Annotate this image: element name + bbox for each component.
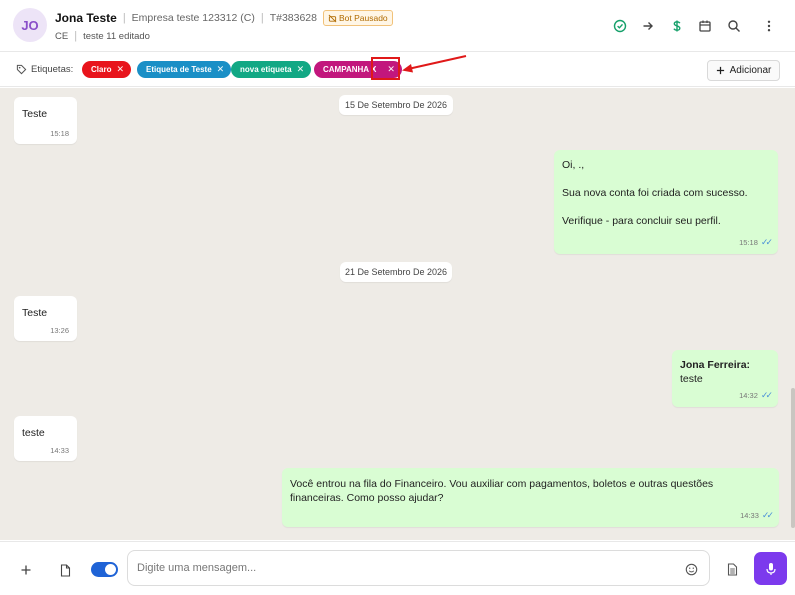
record-audio-button[interactable] [754, 552, 787, 585]
more-vertical-icon [767, 20, 771, 32]
check-circle-icon [613, 19, 627, 33]
date-separator: 21 De Setembro De 2026 [340, 262, 452, 282]
add-tag-label: Adicionar [729, 65, 772, 76]
bot-off-icon [328, 14, 337, 22]
microphone-icon [765, 562, 776, 575]
remove-tag-icon[interactable]: ✕ [217, 64, 225, 75]
toggle-knob [105, 564, 116, 575]
bot-status-label: Bot Pausado [338, 13, 388, 23]
message-meta: 14:32 ✓✓ [739, 390, 773, 401]
emoji-button[interactable] [683, 561, 699, 577]
contact-status-text: teste 11 editado [83, 30, 150, 42]
scrollbar[interactable] [791, 388, 795, 528]
dollar-icon [673, 20, 681, 32]
message-line: Você entrou na fila do Financeiro. Vou a… [290, 478, 714, 490]
message-text: Jona Ferreira: teste [680, 358, 750, 386]
resolve-button[interactable] [610, 16, 630, 36]
message-time: 14:33 [50, 446, 69, 455]
remove-tag-icon[interactable]: ✕ [297, 64, 305, 75]
more-options-button[interactable] [759, 16, 779, 36]
divider: | [122, 12, 126, 24]
tag-label: nova etiqueta [240, 65, 292, 74]
message-composer [0, 541, 795, 595]
message-text: teste [22, 427, 45, 439]
message-line: Sua nova conta foi criada com sucesso. [562, 187, 748, 199]
message-line-blank [562, 172, 748, 186]
document-lines-icon [727, 562, 737, 576]
message-meta: 14:33 ✓✓ [740, 510, 774, 521]
file-icon [60, 563, 70, 577]
plus-icon [716, 66, 724, 75]
message-input[interactable] [127, 550, 710, 586]
search-icon [728, 20, 740, 32]
add-tag-button[interactable]: Adicionar [707, 60, 780, 81]
message-text: Teste [22, 108, 48, 120]
message-time: 15:18 [739, 238, 758, 247]
arrow-right-icon [643, 22, 653, 30]
plus-icon [21, 565, 31, 575]
schedule-button[interactable] [695, 16, 715, 36]
annotation-arrow-icon [402, 55, 467, 73]
message-incoming[interactable]: Teste 13:26 [14, 296, 77, 341]
calendar-icon [699, 20, 711, 32]
message-outgoing[interactable]: Você entrou na fila do Financeiro. Vou a… [282, 468, 779, 527]
tags-label: Etiquetas: [31, 64, 74, 75]
attach-menu-button[interactable] [16, 560, 36, 580]
chat-header: JO Jona Teste | Empresa teste 123312 (C)… [0, 0, 795, 52]
message-time: 14:32 [739, 391, 758, 400]
date-separator: 15 De Setembro De 2026 [339, 95, 453, 115]
company-name: Empresa teste 123312 (C) [131, 12, 255, 24]
read-check-icon: ✓✓ [760, 237, 773, 247]
payment-button[interactable] [667, 16, 687, 36]
tag-label: Etiqueta de Teste [146, 65, 212, 74]
bot-status-badge: Bot Pausado [322, 10, 393, 26]
message-incoming[interactable]: teste 14:33 [14, 416, 77, 461]
tag-label: Claro [91, 65, 112, 74]
message-incoming[interactable]: Teste 15:18 [14, 97, 77, 144]
message-time: 15:18 [50, 129, 69, 138]
tag-icon [16, 64, 27, 75]
message-time: 14:33 [740, 511, 759, 520]
tags-label-group: Etiquetas: [16, 64, 73, 75]
message-outgoing[interactable]: Oi, ., Sua nova conta foi criada com suc… [554, 150, 778, 254]
message-text: Oi, ., Sua nova conta foi criada com suc… [562, 158, 748, 228]
contact-subinfo-line: CE | teste 11 editado [55, 30, 150, 42]
ticket-number: T#383628 [269, 12, 317, 24]
signature-toggle[interactable] [91, 562, 118, 577]
quick-replies-button[interactable] [723, 560, 741, 578]
message-text: Você entrou na fila do Financeiro. Vou a… [290, 477, 713, 505]
transfer-button[interactable] [638, 16, 658, 36]
message-body: teste [680, 373, 703, 385]
tag-label: CAMPANHA X [323, 65, 377, 74]
message-list[interactable]: 15 De Setembro De 2026 Teste 15:18 Oi, .… [0, 88, 795, 540]
message-line: Oi, ., [562, 159, 585, 171]
emoji-icon [685, 563, 697, 575]
remove-tag-icon[interactable]: ✕ [116, 64, 124, 75]
message-author: Jona Ferreira: [680, 359, 751, 371]
message-line: financeiras. Como posso ajudar? [290, 492, 444, 504]
file-button[interactable] [55, 560, 75, 580]
search-button[interactable] [724, 16, 744, 36]
message-time: 13:26 [50, 326, 69, 335]
message-text: Teste [22, 307, 48, 319]
message-outgoing[interactable]: Jona Ferreira: teste 14:32 ✓✓ [672, 350, 778, 407]
tag-nova-etiqueta: nova etiqueta ✕ [231, 61, 312, 78]
message-line-blank [562, 200, 748, 214]
divider: | [74, 30, 78, 42]
message-meta: 15:18 ✓✓ [739, 237, 773, 248]
contact-name[interactable]: Jona Teste [55, 11, 117, 25]
read-check-icon: ✓✓ [761, 510, 774, 520]
contact-info-line: Jona Teste | Empresa teste 123312 (C) | … [55, 10, 393, 26]
tag-claro: Claro ✕ [82, 61, 131, 78]
tag-etiqueta-de-teste: Etiqueta de Teste ✕ [137, 61, 232, 78]
avatar[interactable]: JO [13, 8, 47, 42]
contact-state: CE [55, 30, 69, 42]
read-check-icon: ✓✓ [760, 390, 773, 400]
message-line: Verifique - para concluir seu perfil. [562, 215, 721, 227]
divider: | [260, 12, 264, 24]
